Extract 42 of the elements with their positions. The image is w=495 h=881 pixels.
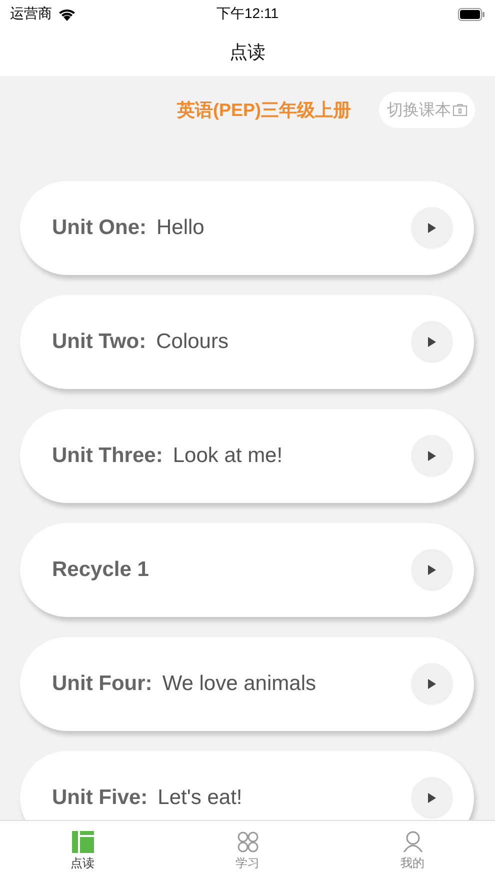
unit-title: Look at me! [172, 444, 283, 468]
unit-label: Recycle 1 [52, 558, 149, 582]
carrier-name: 运营商 [10, 5, 52, 23]
play-button[interactable] [411, 663, 453, 705]
book-title: 英语(PEP)三年级上册 [176, 99, 351, 122]
play-icon [427, 336, 437, 348]
tab-item[interactable]: 我的 [330, 821, 495, 881]
unit-card[interactable]: Unit One: Hello [20, 181, 474, 275]
unit-label: Unit Two: [52, 330, 146, 354]
battery-icon [458, 8, 485, 20]
page-title: 点读 [230, 41, 266, 64]
tab-item[interactable]: 点读 [0, 821, 165, 881]
book-icon [72, 830, 94, 852]
camera-icon [453, 104, 467, 116]
status-time: 下午12:11 [216, 5, 278, 23]
wifi-icon [58, 8, 76, 20]
unit-label: Unit One: [52, 216, 146, 240]
unit-card[interactable]: Unit Three: Look at me! [20, 409, 474, 503]
play-button[interactable] [411, 777, 453, 819]
grid-icon [236, 830, 258, 852]
unit-label: Unit Five: [52, 786, 148, 810]
unit-title: Colours [156, 330, 228, 354]
play-button[interactable] [411, 549, 453, 591]
play-icon [427, 792, 437, 804]
unit-label: Unit Four: [52, 672, 152, 696]
play-button[interactable] [411, 321, 453, 363]
unit-card[interactable]: Unit Two: Colours [20, 295, 474, 389]
unit-title: Hello [156, 216, 204, 240]
play-icon [427, 564, 437, 576]
play-icon [427, 450, 437, 462]
play-button[interactable] [411, 435, 453, 477]
unit-card[interactable]: Unit Five: Let's eat! [20, 751, 474, 820]
unit-card[interactable]: Recycle 1 [20, 523, 474, 617]
unit-card[interactable]: Unit Four: We love animals [20, 637, 474, 731]
play-button[interactable] [411, 207, 453, 249]
unit-label: Unit Three: [52, 444, 163, 468]
tab-item[interactable]: 学习 [165, 821, 330, 881]
play-icon [427, 678, 437, 690]
play-icon [427, 222, 437, 234]
user-icon [402, 830, 422, 852]
unit-title: We love animals [162, 672, 316, 696]
unit-title: Let's eat! [158, 786, 242, 810]
